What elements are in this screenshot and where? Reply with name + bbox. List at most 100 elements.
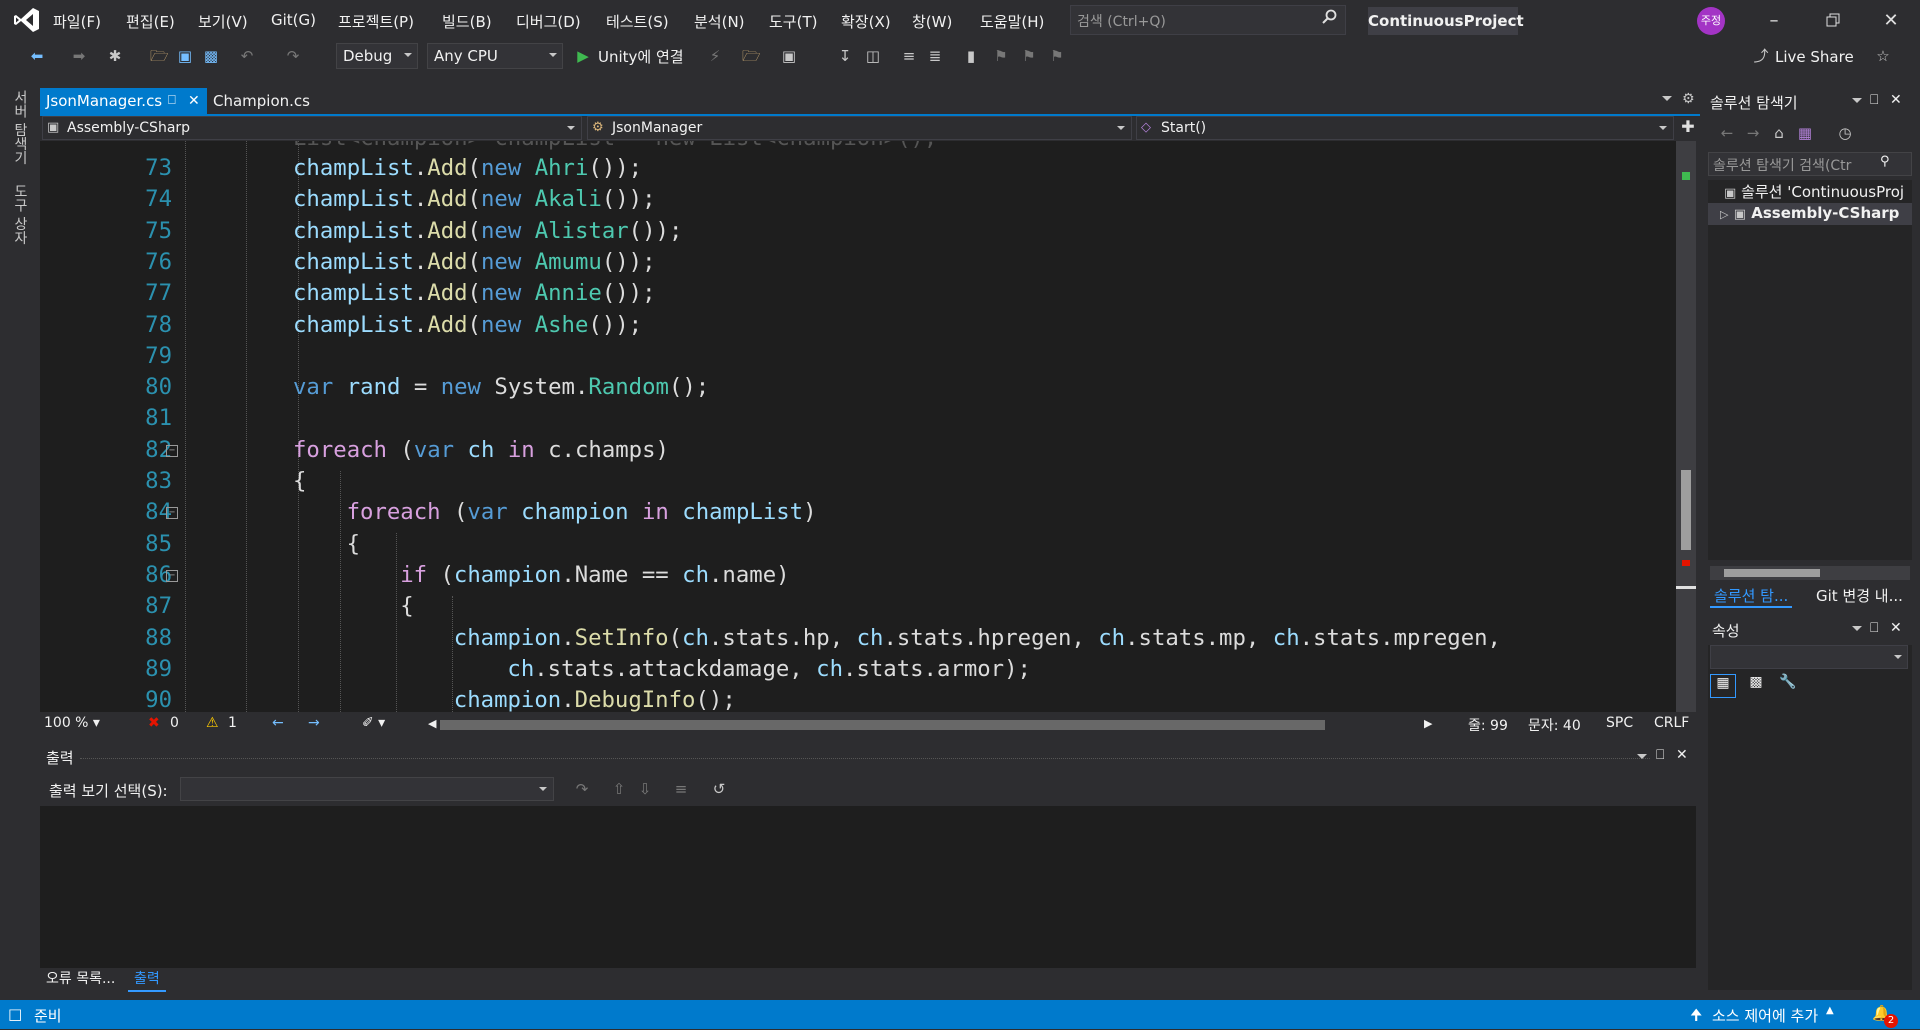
config-dropdown[interactable]: Debug — [336, 43, 418, 69]
fold-toggle-icon[interactable]: − — [166, 569, 178, 582]
prev-message-icon[interactable]: ⇧ — [610, 780, 628, 798]
warning-icon[interactable]: ⚠ — [206, 715, 219, 731]
code-editor[interactable]: List<Champion> champList = new List<Cham… — [40, 141, 1676, 712]
menu-item[interactable]: 빌드(B) — [442, 11, 492, 32]
prev-issue-icon[interactable]: ← — [272, 715, 284, 731]
menu-item[interactable]: 프로젝트(P) — [338, 11, 414, 32]
editor-scroll-thumb[interactable] — [1681, 470, 1691, 550]
save-all-icon[interactable]: ▩ — [202, 47, 220, 65]
run-button[interactable]: Unity에 연결 — [598, 46, 684, 67]
tab-overflow-icon[interactable] — [1662, 96, 1672, 101]
solution-search-icon[interactable]: ⚲ — [1880, 154, 1890, 169]
menu-item[interactable]: 보기(V) — [198, 11, 248, 32]
error-icon[interactable]: ✖ — [148, 715, 160, 731]
scroll-right-icon[interactable]: ▶ — [1424, 717, 1432, 730]
wrench-icon[interactable]: 🔧 — [1776, 674, 1800, 698]
browser-icon[interactable]: ▣ — [780, 47, 798, 65]
menu-item[interactable]: 파일(F) — [53, 11, 101, 32]
platform-dropdown[interactable]: Any CPU — [427, 43, 563, 69]
history-icon[interactable]: ◷ — [1836, 124, 1854, 142]
step-icon[interactable]: ↧ — [836, 47, 854, 65]
hot-reload-icon[interactable]: ⚡ — [706, 47, 724, 65]
source-control-button[interactable]: 소스 제어에 추가 — [1712, 1005, 1818, 1026]
avatar[interactable]: 주정 — [1697, 7, 1725, 35]
solution-pin-icon[interactable]: ⎕ — [1870, 92, 1878, 108]
redo-icon[interactable]: ↷ — [284, 47, 302, 65]
next-message-icon[interactable]: ⇩ — [636, 780, 654, 798]
fold-toggle-icon[interactable]: − — [166, 444, 178, 457]
fold-toggle-icon[interactable]: − — [166, 507, 178, 520]
class-nav-dropdown[interactable]: ⚙ JsonManager — [587, 116, 1132, 140]
find-folder-icon[interactable]: 🗁 — [742, 47, 761, 65]
expand-arrow-icon[interactable]: ▷ — [1720, 208, 1728, 221]
warning-count[interactable]: 1 — [228, 715, 237, 731]
tab-solution-explorer[interactable]: 솔루션 탐... — [1710, 584, 1793, 608]
solution-node[interactable]: ▣ 솔루션 'ContinuousProj — [1724, 181, 1904, 202]
menu-item[interactable]: 편집(E) — [126, 11, 175, 32]
pin-icon[interactable]: ⎕ — [168, 88, 176, 114]
search-input[interactable]: 검색 (Ctrl+Q) — [1070, 5, 1346, 35]
back-icon[interactable]: ⬅ — [28, 47, 46, 65]
settings-gear-icon[interactable]: ⚙ — [1682, 91, 1695, 107]
properties-object-dropdown[interactable] — [1710, 645, 1908, 669]
menu-item[interactable]: 도구(T) — [769, 11, 817, 32]
properties-pin-icon[interactable]: ⎕ — [1870, 620, 1878, 636]
menu-item[interactable]: 분석(N) — [694, 11, 745, 32]
live-share-button[interactable]: Live Share — [1775, 48, 1854, 66]
play-icon[interactable]: ▶ — [574, 47, 592, 65]
solution-horizontal-scrollbar[interactable] — [1710, 566, 1910, 580]
solution-menu-icon[interactable] — [1852, 98, 1862, 103]
next-issue-icon[interactable]: → — [308, 715, 320, 731]
minimize-icon[interactable]: – — [1763, 10, 1785, 32]
undo-icon[interactable]: ↶ — [238, 47, 256, 65]
menu-item[interactable]: 창(W) — [912, 11, 952, 32]
save-icon[interactable]: ▣ — [176, 47, 194, 65]
properties-menu-icon[interactable] — [1852, 626, 1862, 631]
tab-jsonmanager[interactable]: JsonManager.cs ⎕ ✕ — [40, 88, 207, 114]
code-cleanup-icon[interactable]: ✐ ▾ — [362, 715, 385, 731]
output-source-dropdown[interactable] — [180, 777, 554, 801]
editor-vertical-scrollbar[interactable] — [1676, 141, 1696, 712]
output-menu-icon[interactable] — [1637, 754, 1647, 759]
go-to-error-icon[interactable]: ↷ — [573, 780, 591, 798]
new-item-icon[interactable]: ✱ — [106, 47, 124, 65]
scroll-left-icon[interactable]: ◀ — [428, 717, 436, 730]
tab-error-list[interactable]: 오류 목록... — [40, 968, 121, 992]
open-folder-icon[interactable]: 🗁 — [150, 47, 169, 65]
project-node[interactable]: ▷ ▣ Assembly-CSharp — [1720, 204, 1899, 222]
menu-item[interactable]: 테스트(S) — [606, 11, 669, 32]
close-tab-icon[interactable]: ✕ — [188, 88, 200, 114]
clear-all-icon[interactable]: ≡ — [672, 780, 690, 798]
member-nav-dropdown[interactable]: ◇ Start() — [1136, 116, 1674, 140]
error-count[interactable]: 0 — [170, 715, 179, 731]
se-back-icon[interactable]: ← — [1718, 124, 1736, 142]
output-pin-icon[interactable]: ⎕ — [1656, 747, 1664, 763]
switch-view-icon[interactable]: ▦ — [1796, 124, 1814, 142]
se-forward-icon[interactable]: → — [1744, 124, 1762, 142]
server-explorer-tab[interactable]: 서버 탐색기 — [10, 90, 30, 164]
home-icon[interactable]: ⌂ — [1770, 124, 1788, 142]
solution-close-icon[interactable]: ✕ — [1890, 92, 1902, 108]
tab-output[interactable]: 출력 — [128, 968, 166, 992]
project-nav-dropdown[interactable]: ▣ Assembly-CSharp — [42, 116, 582, 140]
forward-icon[interactable]: ➡ — [70, 47, 88, 65]
menu-item[interactable]: 도움말(H) — [980, 11, 1044, 32]
output-close-icon[interactable]: ✕ — [1676, 747, 1688, 763]
tab-champion[interactable]: Champion.cs — [207, 88, 315, 114]
compare-icon[interactable]: ◫ — [864, 47, 882, 65]
property-pages-icon[interactable]: ▩ — [1744, 674, 1768, 698]
zoom-dropdown[interactable]: 100 % ▾ — [44, 715, 100, 731]
source-control-chevron-icon[interactable]: ▲ — [1826, 1005, 1834, 1016]
editor-horizontal-scrollbar[interactable] — [440, 720, 1325, 730]
close-window-icon[interactable]: ✕ — [1880, 10, 1902, 32]
properties-close-icon[interactable]: ✕ — [1890, 620, 1902, 636]
split-editor-icon[interactable]: ✚ — [1678, 117, 1698, 139]
feedback-icon[interactable]: ☆ — [1874, 47, 1892, 65]
menu-item[interactable]: 확장(X) — [841, 11, 891, 32]
prev-bookmark-icon[interactable]: ⚑ — [992, 47, 1010, 65]
next-bookmark-icon[interactable]: ⚑ — [1020, 47, 1038, 65]
notification-count[interactable]: 2 — [1884, 1014, 1898, 1028]
categorized-icon[interactable]: ▦ — [1710, 674, 1736, 698]
comment-icon[interactable]: ≡ — [900, 47, 918, 65]
clear-bookmarks-icon[interactable]: ⚑ — [1048, 47, 1066, 65]
